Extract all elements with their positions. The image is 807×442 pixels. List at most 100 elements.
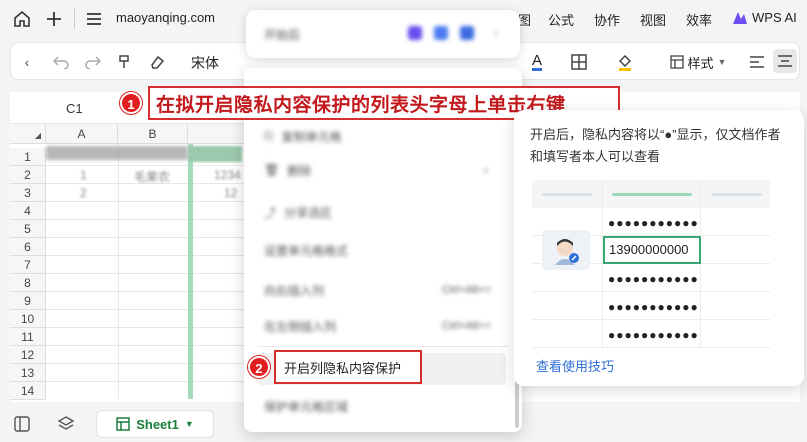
ctx-item-insert-right[interactable]: 向右插入列 Ctrl+Alt+=: [264, 280, 491, 300]
row-header[interactable]: 10: [10, 310, 46, 328]
shortcut-label: Ctrl+Alt+=: [442, 284, 492, 296]
ctx-item-protect-range[interactable]: 保护单元格区域: [264, 396, 348, 416]
chevron-down-icon: ▼: [717, 57, 727, 67]
cell-c2[interactable]: 1234: [214, 168, 241, 182]
privacy-tip-panel: 开启后，隐私内容将以“●”显示，仅文档作者和填写者本人可以查看 ●●●●●●●●…: [514, 110, 804, 386]
style-button[interactable]: 样式 ▼: [663, 52, 733, 72]
row-header[interactable]: 5: [10, 220, 46, 238]
layers-icon[interactable]: [57, 416, 75, 435]
phone-value: 13900000000: [609, 242, 689, 257]
sheet-icon: [116, 417, 130, 431]
floating-mini-toolbar: 开始后 ›: [246, 10, 520, 58]
masked-value: ●●●●●●●●●●●: [608, 272, 699, 286]
align-left-icon[interactable]: [747, 52, 767, 72]
new-tab-icon[interactable]: [44, 9, 64, 29]
row-header[interactable]: 9: [10, 292, 46, 310]
select-all-corner[interactable]: ◢: [10, 124, 46, 144]
share-icon: ⤴: [264, 205, 277, 220]
row-header[interactable]: 11: [10, 328, 46, 346]
align-center-icon[interactable]: [773, 49, 797, 73]
home-icon[interactable]: [12, 9, 32, 29]
menu-formula[interactable]: 公式: [548, 10, 574, 29]
menu-efficiency[interactable]: 效率: [686, 10, 712, 29]
grid-line: [46, 327, 250, 328]
row-header[interactable]: 12: [10, 346, 46, 364]
name-box-value: C1: [66, 101, 83, 116]
menu-collaborate[interactable]: 协作: [594, 10, 620, 29]
step-badge-1: 1: [120, 92, 142, 114]
ctx-item-label: 开启列隐私内容保护: [284, 360, 402, 376]
column-header-c[interactable]: [188, 124, 250, 144]
sheet-tab-label: Sheet1: [136, 416, 179, 432]
grid-line: [46, 165, 250, 166]
grid-line: [46, 273, 250, 274]
cell-c3[interactable]: 12: [224, 186, 237, 200]
row-header[interactable]: 7: [10, 256, 46, 274]
illustration-col: [602, 180, 603, 348]
chevron-right-icon[interactable]: ›: [494, 26, 498, 40]
row-header[interactable]: 4: [10, 202, 46, 220]
ctx-item-enable-privacy-protection[interactable]: 开启列隐私内容保护: [274, 350, 422, 384]
ctx-item-insert-left[interactable]: 在左侧插入列 Ctrl+Alt+=: [264, 316, 491, 336]
grid-line: [118, 144, 119, 399]
column-header-a[interactable]: A: [46, 124, 118, 144]
eraser-icon[interactable]: [147, 52, 167, 72]
masked-value: ●●●●●●●●●●●: [608, 328, 699, 342]
cell-a2[interactable]: 1: [80, 168, 87, 182]
row-header[interactable]: 2: [10, 166, 46, 184]
row-header[interactable]: 8: [10, 274, 46, 292]
illustration-grid: ●●●●●●●●●●● ●●●●●●●●●●● ●●●●●●●●●●● ●●●●…: [532, 180, 770, 348]
row-header[interactable]: 14: [10, 382, 46, 400]
font-color-icon[interactable]: A: [525, 52, 549, 72]
sidebar-toggle-icon[interactable]: [14, 416, 30, 435]
masked-value: ●●●●●●●●●●●: [608, 216, 699, 230]
grid-line: [46, 219, 250, 220]
redo-icon[interactable]: [83, 52, 103, 72]
undo-icon[interactable]: [51, 52, 71, 72]
chevron-down-icon: ▼: [184, 419, 194, 429]
row-header[interactable]: 6: [10, 238, 46, 256]
menu-icon[interactable]: [84, 9, 104, 29]
copy-icon: ⎘: [264, 128, 274, 143]
ctx-item-format[interactable]: 设置单元格格式: [264, 240, 348, 260]
wps-ai-button[interactable]: WPS AI: [732, 10, 797, 25]
grid-line: [46, 381, 250, 382]
translate-icon[interactable]: [434, 26, 448, 40]
ctx-item-share[interactable]: ⤴ 分享选区: [264, 202, 332, 222]
fill-color-icon[interactable]: [615, 52, 635, 72]
ctx-item-delete[interactable]: 🗑 删除 ›: [264, 160, 488, 180]
menu-view[interactable]: 视图: [640, 10, 666, 29]
sheet-tab[interactable]: Sheet1 ▼: [96, 410, 214, 438]
ctx-item-label: 复制单元格: [281, 129, 342, 144]
masked-value: ●●●●●●●●●●●: [608, 300, 699, 314]
wps-ai-label: WPS AI: [752, 10, 797, 25]
row-header[interactable]: 3: [10, 184, 46, 202]
mini-toolbar-label[interactable]: 开始后: [264, 26, 300, 43]
callout-text: 在拟开启隐私内容保护的列表头字母上单击右键: [156, 94, 566, 116]
grid-line: [46, 201, 250, 202]
collapse-left-icon[interactable]: ‹: [19, 52, 35, 72]
format-painter-icon[interactable]: [115, 52, 135, 72]
divider: [74, 9, 75, 29]
cell-b2[interactable]: 毛果农: [134, 168, 170, 185]
row-header[interactable]: 1: [10, 148, 46, 166]
rewrite-icon[interactable]: [460, 26, 474, 40]
ctx-item-label: 删除: [287, 163, 312, 178]
style-label: 样式: [687, 55, 714, 71]
ctx-item-label: 设置单元格格式: [264, 243, 349, 258]
ctx-item-copy[interactable]: ⎘ 复制单元格: [264, 126, 342, 146]
font-name-select[interactable]: 宋体: [191, 53, 219, 73]
row-header[interactable]: 13: [10, 364, 46, 382]
ai-icon[interactable]: [408, 26, 422, 40]
view-tips-link[interactable]: 查看使用技巧: [536, 356, 614, 375]
border-icon[interactable]: [569, 52, 589, 72]
cell-a3[interactable]: 2: [80, 186, 87, 200]
header-row-blurred: [46, 146, 188, 160]
grid-line: [46, 363, 250, 364]
user-avatar-icon: [555, 239, 579, 265]
trash-icon: 🗑: [264, 163, 280, 177]
wps-ai-icon: [733, 11, 747, 24]
tip-illustration: ●●●●●●●●●●● ●●●●●●●●●●● ●●●●●●●●●●● ●●●●…: [532, 180, 770, 348]
step-badge-2: 2: [248, 356, 270, 378]
column-header-b[interactable]: B: [118, 124, 188, 144]
